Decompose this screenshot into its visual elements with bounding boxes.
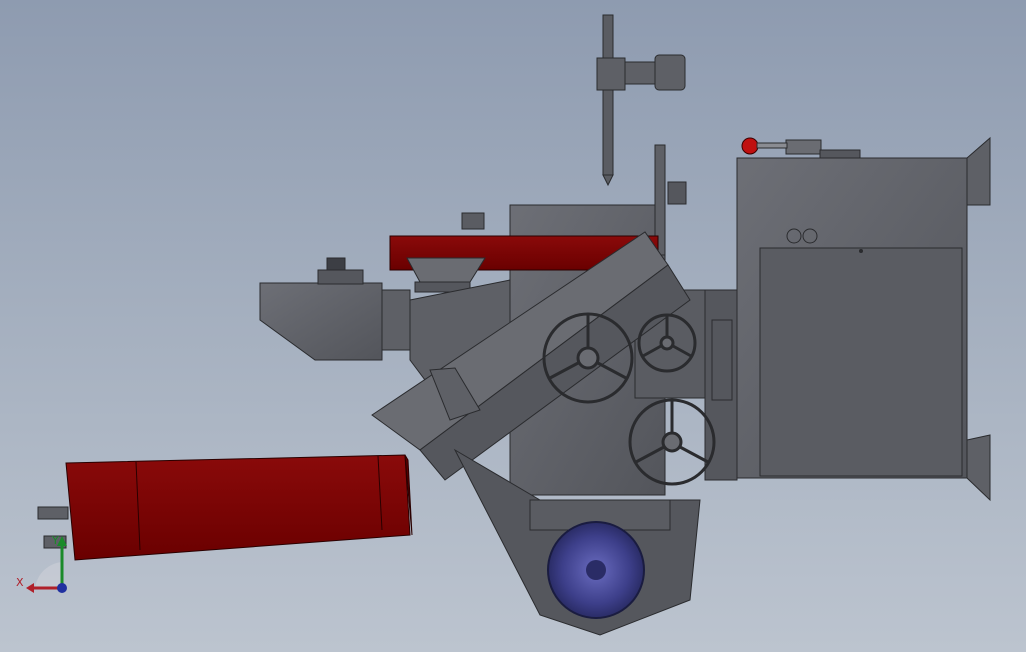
triad-plane-quadrant bbox=[35, 562, 62, 588]
y-axis-label: Y bbox=[51, 534, 59, 547]
emergency-stop-button bbox=[741, 137, 759, 155]
cad-viewport[interactable]: X Y bbox=[0, 0, 1026, 652]
control-cabinet bbox=[736, 136, 991, 502]
x-axis-arrow bbox=[26, 583, 34, 593]
lever-handle bbox=[756, 142, 788, 149]
orientation-triad: X Y bbox=[16, 534, 67, 593]
z-axis-dot bbox=[57, 583, 67, 593]
x-axis-label: X bbox=[16, 576, 24, 589]
machine-assembly-model[interactable] bbox=[0, 0, 1026, 652]
lower-red-tray bbox=[37, 454, 413, 561]
top-stand-rod bbox=[596, 14, 686, 187]
